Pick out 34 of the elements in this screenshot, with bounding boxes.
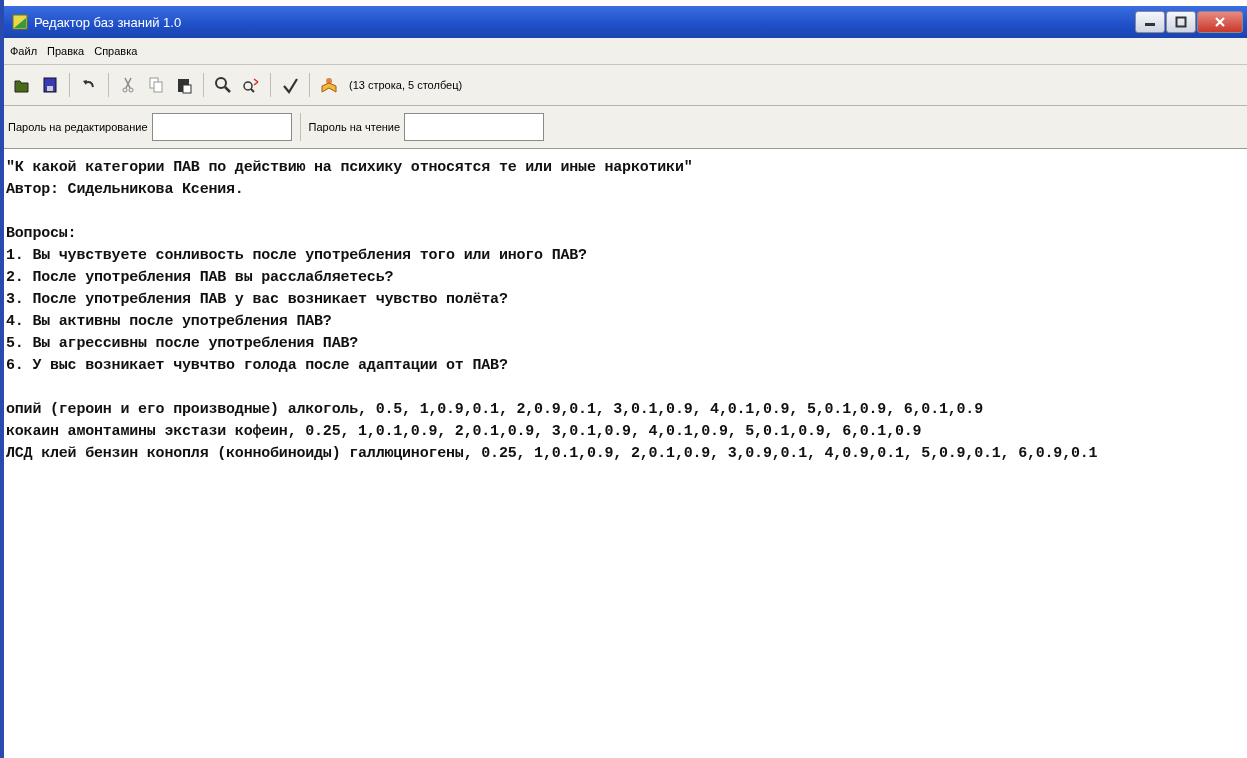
- checkmark-icon: [281, 76, 299, 94]
- password-label: Пароль на редактирование: [8, 121, 148, 133]
- text-line: 3. После употребления ПАВ у вас возникает чувство полёта?: [6, 290, 509, 310]
- text-line: "К какой категории ПАВ по действию на психику относятся те или иные наркотики": [6, 158, 694, 178]
- app-icon: [12, 14, 28, 30]
- text-line: опий (героин и его производные) алкоголь, 0.5, 1,0.9,0.1, 2,0.9,0.1, 3,0.1,0.9, 4,0.1,0.9, 5,0.1,0.9, 6,0.1,0.9: [6, 400, 984, 420]
- minimize-button[interactable]: [1135, 11, 1165, 33]
- text-line: 1. Вы чувствуете сонливость после употребления того или иного ПАВ?: [6, 246, 588, 266]
- menu-item[interactable]: Справка: [94, 45, 138, 57]
- text-line: 2. После употребления ПАВ вы расслабляетесь?: [6, 268, 395, 288]
- text-line: 4. Вы активны после употребления ПАВ?: [6, 312, 333, 332]
- copy-icon: [147, 76, 165, 94]
- close-button[interactable]: [1197, 11, 1243, 33]
- clipboard-icon: [175, 76, 193, 94]
- password-label: Пароль на чтение: [308, 121, 401, 133]
- window-title: Редактор баз знаний 1.0: [34, 14, 182, 30]
- maximize-icon: [1175, 16, 1187, 28]
- password-field[interactable]: [404, 113, 545, 141]
- close-icon: [1214, 16, 1226, 28]
- text-line: ЛСД клей бензин конопля (коннобиноиды) галлюциногены, 0.25, 1,0.1,0.9, 2,0.1,0.9, 3,0.9,0.1, 4,0.9,0.1, 5,0.9,0.1, 6,0.9,0.1: [6, 444, 1099, 464]
- menu-item[interactable]: Правка: [47, 45, 85, 57]
- scissors-icon: [119, 76, 137, 94]
- save-icon: [41, 76, 59, 94]
- menu-item[interactable]: Файл: [10, 45, 38, 57]
- text-line: 5. Вы агрессивны после употребления ПАВ?: [6, 334, 360, 354]
- password-field[interactable]: [151, 113, 292, 141]
- text-line: Вопросы:: [6, 224, 78, 244]
- text-line: кокаин амонтамины экстази кофеин, 0.25, 1,0.1,0.9, 2,0.1,0.9, 3,0.1,0.9, 4,0.1,0.9, 5,0.1,0.9, 6,0.1,0.9: [6, 422, 923, 442]
- replace-icon: [242, 76, 260, 94]
- text-line: Автор: Сидельникова Ксения.: [6, 180, 245, 200]
- text-line: 6. У выс возникает чувчтво голода после адаптации от ПАВ?: [6, 356, 509, 376]
- search-icon: [214, 76, 232, 94]
- cursor-position: (13 строка, 5 столбец): [349, 79, 463, 91]
- maximize-button[interactable]: [1166, 11, 1196, 33]
